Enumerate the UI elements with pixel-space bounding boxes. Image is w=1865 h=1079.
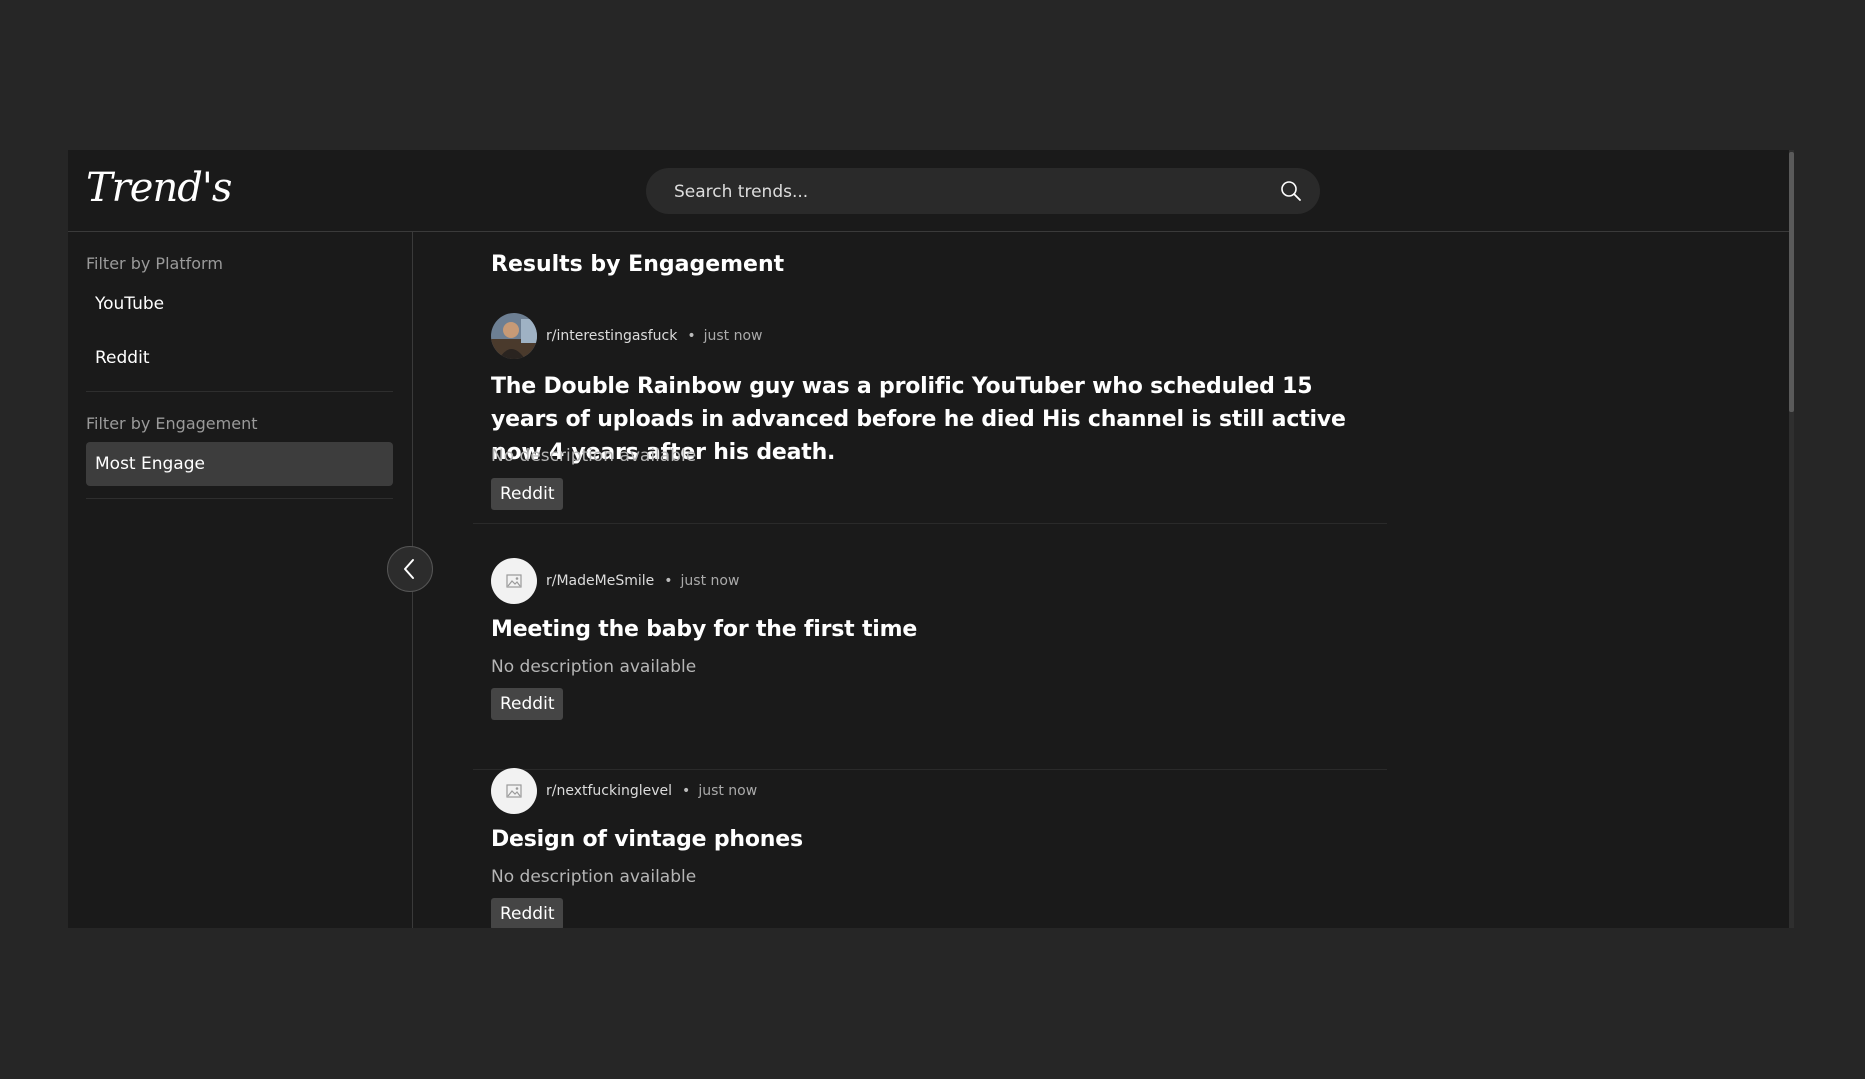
meta-separator: • xyxy=(682,783,691,799)
post-time: just now xyxy=(703,328,763,344)
filter-item-most-engage[interactable]: Most Engage xyxy=(86,442,393,486)
subreddit-avatar xyxy=(491,313,537,359)
post-title[interactable]: Meeting the baby for the first time xyxy=(491,613,1371,646)
post-meta: r/MadeMeSmile • just now xyxy=(491,558,740,604)
subreddit-name[interactable]: r/nextfuckinglevel xyxy=(546,783,672,799)
header: Trend's xyxy=(68,150,1790,232)
filter-platform-title: Filter by Platform xyxy=(86,254,223,273)
post-card[interactable]: r/MadeMeSmile • just now Meeting the bab… xyxy=(473,558,1387,770)
logo[interactable]: Trend's xyxy=(86,164,232,212)
subreddit-avatar xyxy=(491,768,537,814)
subreddit-name[interactable]: r/interestingasfuck xyxy=(546,328,677,344)
search-input[interactable] xyxy=(672,168,1256,216)
filter-engagement-title: Filter by Engagement xyxy=(86,414,258,433)
platform-badge[interactable]: Reddit xyxy=(491,898,564,928)
post-description: No description available xyxy=(491,867,697,887)
meta-separator: • xyxy=(687,328,696,344)
app-window: Trend's Filter by Platform YouTube Reddi… xyxy=(68,150,1794,928)
filter-item-youtube[interactable]: YouTube xyxy=(86,282,393,326)
platform-badge[interactable]: Reddit xyxy=(491,478,564,510)
post-title[interactable]: Design of vintage phones xyxy=(491,823,1371,856)
sidebar: Filter by Platform YouTube Reddit Filter… xyxy=(68,232,413,928)
post-time: just now xyxy=(680,573,740,589)
post-card[interactable]: r/interestingasfuck • just now The Doubl… xyxy=(473,313,1387,524)
scrollbar[interactable] xyxy=(1789,150,1794,928)
search-icon[interactable] xyxy=(1280,180,1302,202)
scrollbar-thumb[interactable] xyxy=(1789,152,1794,412)
sidebar-divider xyxy=(86,391,393,392)
post-time: just now xyxy=(698,783,758,799)
meta-separator: • xyxy=(664,573,673,589)
platform-badge[interactable]: Reddit xyxy=(491,688,564,720)
search-bar[interactable] xyxy=(646,168,1320,216)
results-panel: Results by Engagement r/interestingasfuc… xyxy=(413,232,1790,928)
post-description: No description available xyxy=(491,446,697,466)
post-meta: r/interestingasfuck • just now xyxy=(491,313,763,359)
post-meta: r/nextfuckinglevel • just now xyxy=(491,768,758,814)
sidebar-divider xyxy=(86,498,393,499)
results-title: Results by Engagement xyxy=(491,252,785,277)
subreddit-avatar xyxy=(491,558,537,604)
post-description: No description available xyxy=(491,657,697,677)
filter-item-reddit[interactable]: Reddit xyxy=(86,336,393,380)
post-card[interactable]: r/nextfuckinglevel • just now Design of … xyxy=(473,768,1387,928)
subreddit-name[interactable]: r/MadeMeSmile xyxy=(546,573,654,589)
